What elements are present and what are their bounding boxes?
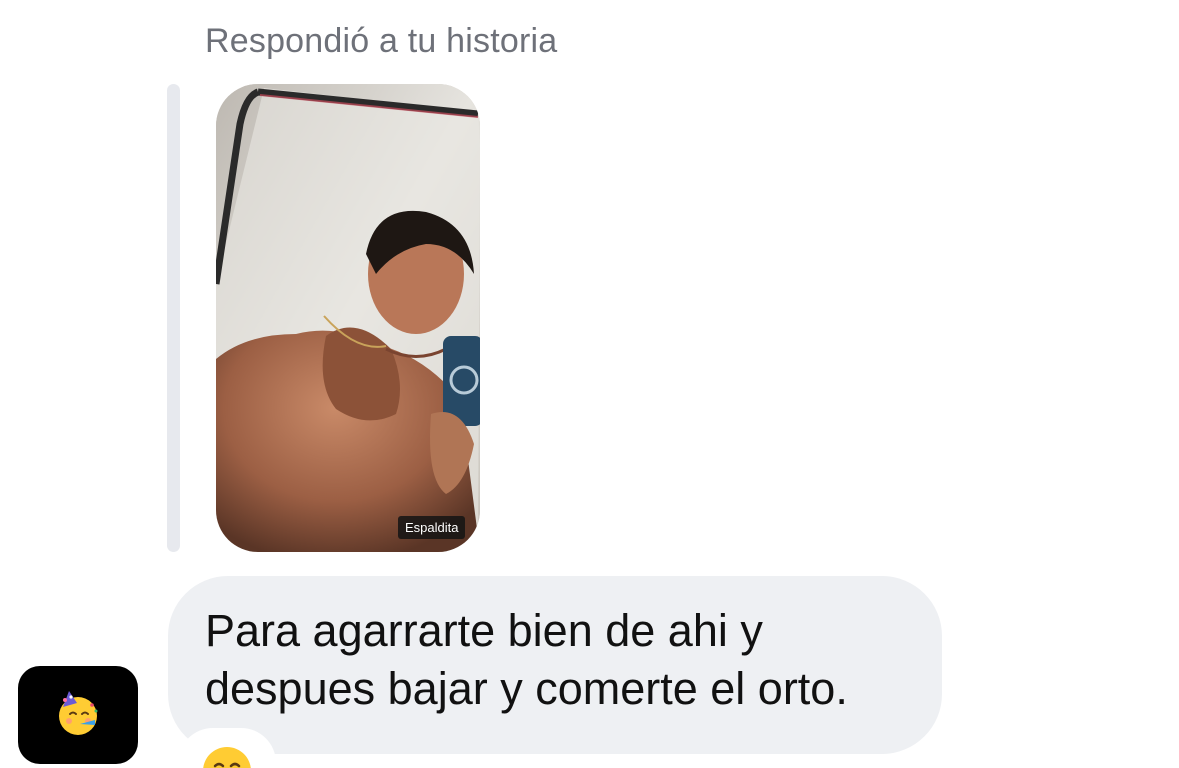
sender-avatar[interactable] [18, 666, 138, 764]
story-photo [216, 84, 480, 552]
reply-quote-bar [167, 84, 180, 552]
chat-thread: Respondió a tu historia Espaldita Para a… [0, 0, 1179, 768]
story-reply-caption: Respondió a tu historia [205, 22, 558, 60]
story-sticker-label: Espaldita [398, 516, 466, 539]
message-reaction[interactable] [178, 728, 276, 768]
partying-face-emoji-icon [59, 691, 98, 735]
message-bubble[interactable]: Para agarrarte bien de ahi y despues baj… [168, 576, 942, 754]
message-text: Para agarrarte bien de ahi y despues baj… [205, 605, 848, 714]
smiling-face-emoji-icon [203, 747, 251, 768]
story-preview[interactable]: Espaldita [216, 84, 480, 552]
